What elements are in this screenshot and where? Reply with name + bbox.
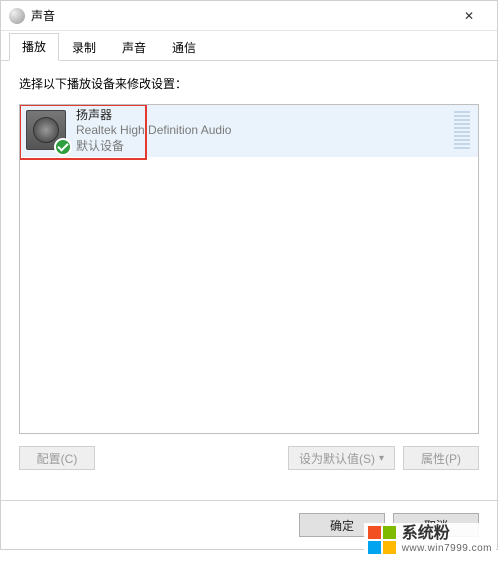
watermark-text: 系统粉 www.win7999.com [402, 525, 492, 554]
device-list[interactable]: 扬声器 Realtek High Definition Audio 默认设备 [19, 104, 479, 434]
watermark-line1: 系统粉 [402, 525, 492, 543]
window-title: 声音 [31, 7, 449, 24]
tab-playback[interactable]: 播放 [9, 33, 59, 61]
close-button[interactable]: ✕ [449, 2, 489, 30]
sound-icon [9, 8, 25, 24]
properties-button[interactable]: 属性(P) [403, 446, 479, 470]
device-item-speaker[interactable]: 扬声器 Realtek High Definition Audio 默认设备 [20, 105, 478, 157]
tab-communications[interactable]: 通信 [159, 34, 209, 61]
instruction-text: 选择以下播放设备来修改设置： [19, 75, 479, 92]
level-meter [454, 111, 470, 151]
default-check-icon [54, 138, 72, 156]
device-status: 默认设备 [76, 139, 454, 155]
tab-row: 播放 录制 声音 通信 [1, 33, 497, 61]
device-text: 扬声器 Realtek High Definition Audio 默认设备 [76, 108, 454, 155]
watermark: 系统粉 www.win7999.com [364, 523, 496, 556]
tab-content: 选择以下播放设备来修改设置： 扬声器 Realtek High Definiti… [1, 61, 497, 484]
device-buttons: 配置(C) 设为默认值(S) 属性(P) [19, 446, 479, 470]
watermark-tiles-icon [368, 526, 396, 554]
sound-dialog: 声音 ✕ 播放 录制 声音 通信 选择以下播放设备来修改设置： 扬声器 Real… [0, 0, 498, 550]
tab-sounds[interactable]: 声音 [109, 34, 159, 61]
device-icon [26, 110, 68, 152]
device-name: 扬声器 [76, 108, 454, 124]
tab-recording[interactable]: 录制 [59, 34, 109, 61]
titlebar: 声音 ✕ [1, 1, 497, 31]
device-description: Realtek High Definition Audio [76, 123, 454, 139]
watermark-line2: www.win7999.com [402, 543, 492, 554]
configure-button[interactable]: 配置(C) [19, 446, 95, 470]
set-default-button[interactable]: 设为默认值(S) [288, 446, 395, 470]
window-controls: ✕ [449, 2, 489, 30]
